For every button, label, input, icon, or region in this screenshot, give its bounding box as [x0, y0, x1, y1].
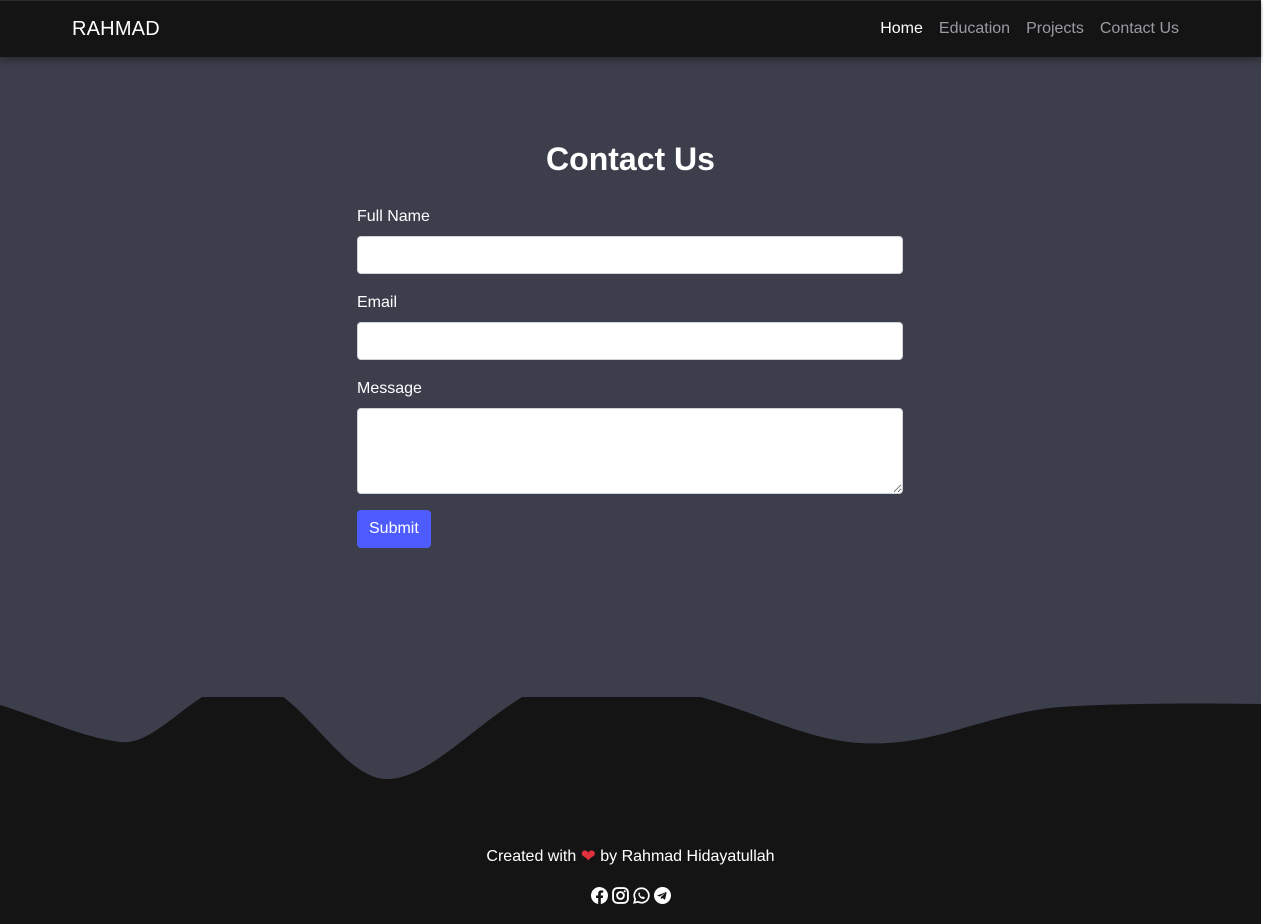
message-textarea[interactable] — [357, 408, 903, 494]
message-group: Message — [357, 379, 903, 494]
full-name-input[interactable] — [357, 236, 903, 274]
contact-form: Full Name Email Message Submit — [357, 207, 903, 548]
email-group: Email — [357, 293, 903, 360]
email-label: Email — [357, 294, 398, 311]
page-title: Contact Us — [546, 141, 715, 177]
page: RAHMAD Home Education Projects Contact U… — [0, 0, 1263, 924]
contact-section: Contact Us Full Name Email Message Submi… — [0, 57, 1261, 847]
footer-created-suffix: by Rahmad Hidayatullah — [600, 848, 775, 865]
nav-link-education[interactable]: Education — [939, 20, 1010, 38]
nav-link-contact-us[interactable]: Contact Us — [1100, 20, 1179, 38]
navbar: RAHMAD Home Education Projects Contact U… — [0, 0, 1261, 57]
whatsapp-icon[interactable] — [632, 887, 650, 909]
instagram-icon[interactable] — [611, 887, 629, 909]
submit-button[interactable]: Submit — [357, 510, 431, 548]
email-input[interactable] — [357, 322, 903, 360]
nav-link-projects[interactable]: Projects — [1026, 20, 1084, 38]
full-name-group: Full Name — [357, 207, 903, 274]
social-links — [0, 887, 1261, 909]
heart-icon: ❤ — [580, 846, 596, 866]
brand-logo[interactable]: RAHMAD — [72, 18, 160, 41]
wave-divider — [0, 697, 1261, 847]
message-label: Message — [357, 380, 422, 397]
full-name-label: Full Name — [357, 208, 430, 225]
footer-created-prefix: Created with — [486, 848, 577, 865]
telegram-icon[interactable] — [653, 887, 671, 909]
nav-link-home[interactable]: Home — [880, 20, 923, 38]
nav-links: Home Education Projects Contact Us — [880, 20, 1179, 38]
facebook-icon[interactable] — [590, 887, 608, 909]
footer-credit: Created with ❤ by Rahmad Hidayatullah — [0, 846, 1261, 867]
